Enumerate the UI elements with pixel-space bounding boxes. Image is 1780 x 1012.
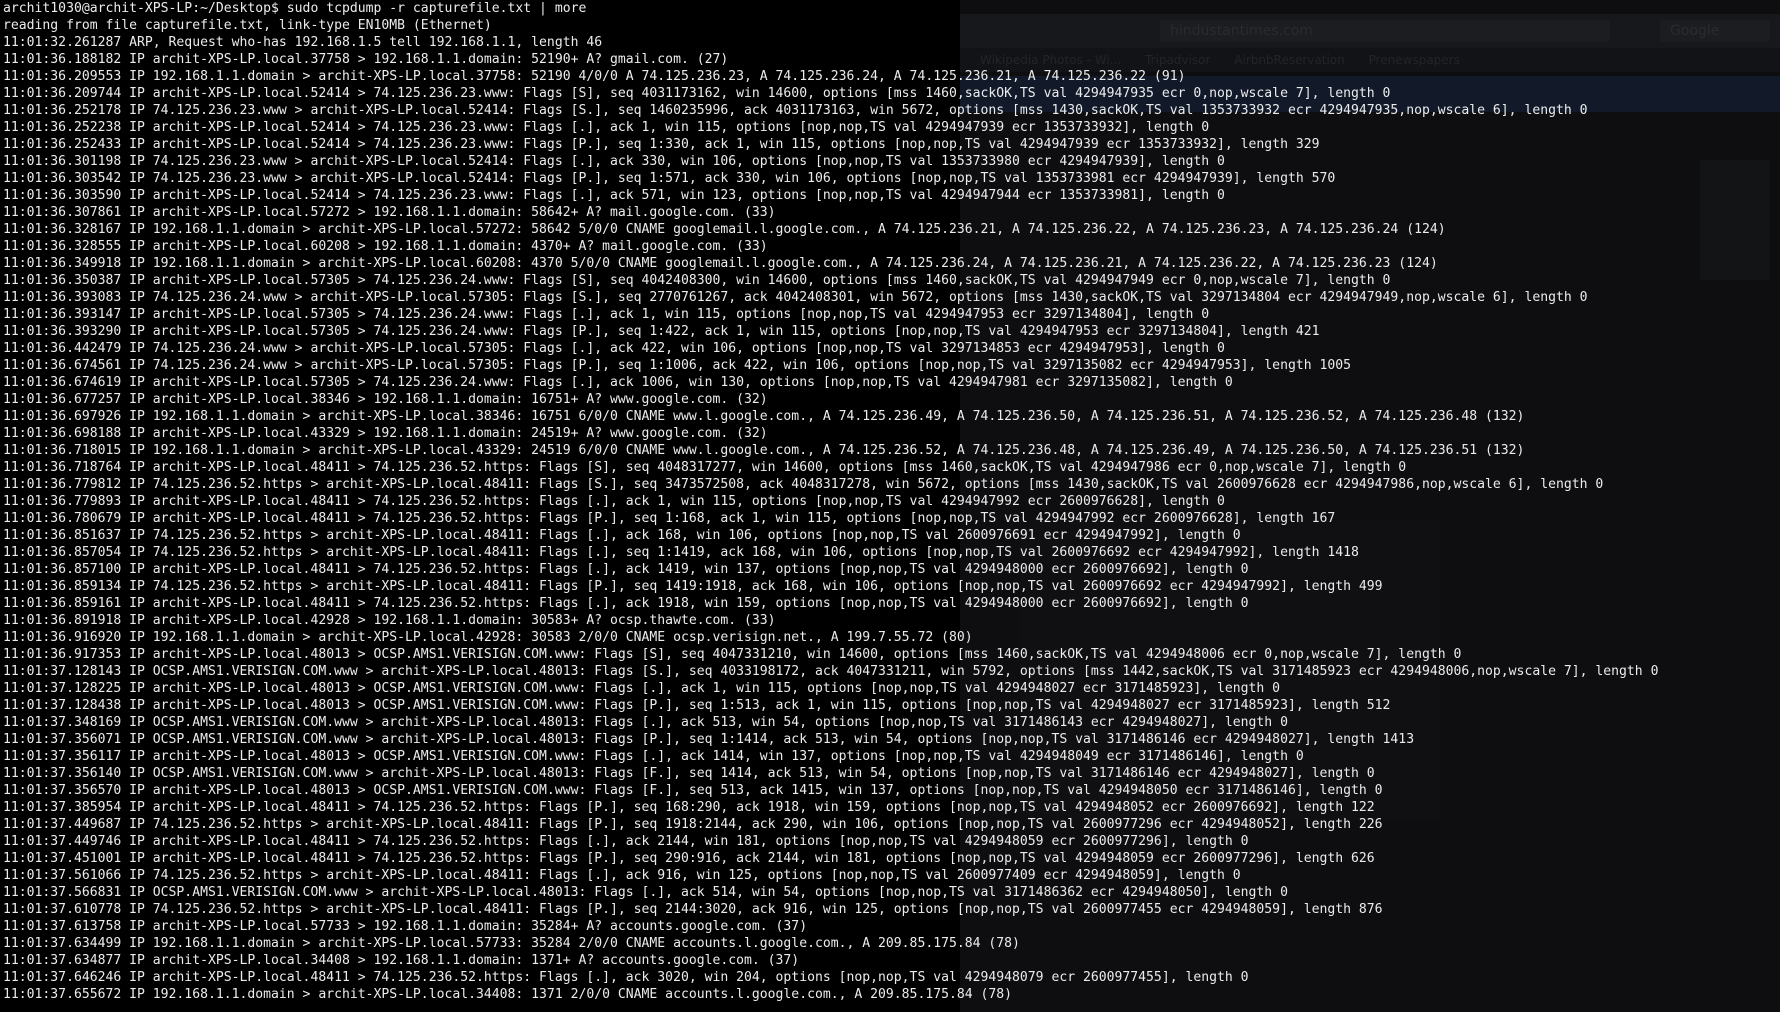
- terminal-output-line: 11:01:36.780679 IP archit-XPS-LP.local.4…: [3, 511, 1336, 526]
- terminal-output-line: 11:01:37.128438 IP archit-XPS-LP.local.4…: [3, 698, 1391, 713]
- terminal-output-line: 11:01:37.634877 IP archit-XPS-LP.local.3…: [3, 953, 800, 968]
- terminal-output-line: 11:01:37.451001 IP archit-XPS-LP.local.4…: [3, 851, 1375, 866]
- terminal-output-line: 11:01:36.209553 IP 192.168.1.1.domain > …: [3, 69, 1186, 84]
- terminal-command-line: archit1030@archit-XPS-LP:~/Desktop$ sudo…: [3, 1, 587, 16]
- terminal-output-line: 11:01:36.677257 IP archit-XPS-LP.local.3…: [3, 392, 768, 407]
- terminal-output-line: 11:01:36.307861 IP archit-XPS-LP.local.5…: [3, 205, 776, 220]
- terminal-output-line: 11:01:36.916920 IP 192.168.1.1.domain > …: [3, 630, 973, 645]
- terminal-output-line: 11:01:37.356570 IP archit-XPS-LP.local.4…: [3, 783, 1383, 798]
- terminal-output-line: 11:01:36.209744 IP archit-XPS-LP.local.5…: [3, 86, 1391, 101]
- terminal-output-line: 11:01:37.356117 IP archit-XPS-LP.local.4…: [3, 749, 1304, 764]
- terminal-output-line: 11:01:37.449746 IP archit-XPS-LP.local.4…: [3, 834, 1249, 849]
- terminal-output-line: 11:01:36.718015 IP 192.168.1.1.domain > …: [3, 443, 1525, 458]
- terminal-output-line: 11:01:36.779893 IP archit-XPS-LP.local.4…: [3, 494, 1225, 509]
- terminal-output-line: 11:01:37.634499 IP 192.168.1.1.domain > …: [3, 936, 1020, 951]
- terminal-output-line: 11:01:36.303542 IP 74.125.236.23.www > a…: [3, 171, 1336, 186]
- terminal-output-line: 11:01:36.674619 IP archit-XPS-LP.local.5…: [3, 375, 1233, 390]
- terminal-output-line: 11:01:36.393147 IP archit-XPS-LP.local.5…: [3, 307, 1210, 322]
- terminal-output-line: 11:01:36.697926 IP 192.168.1.1.domain > …: [3, 409, 1525, 424]
- terminal-output-line: 11:01:36.252238 IP archit-XPS-LP.local.5…: [3, 120, 1210, 135]
- terminal-output-line: 11:01:37.655672 IP 192.168.1.1.domain > …: [3, 987, 1013, 1002]
- terminal-output-line: 11:01:37.613758 IP archit-XPS-LP.local.5…: [3, 919, 808, 934]
- terminal-output-line: 11:01:36.328555 IP archit-XPS-LP.local.6…: [3, 239, 768, 254]
- terminal-output[interactable]: archit1030@archit-XPS-LP:~/Desktop$ sudo…: [0, 0, 1780, 1012]
- terminal-output-line: 11:01:36.252433 IP archit-XPS-LP.local.5…: [3, 137, 1320, 152]
- terminal-output-line: 11:01:36.393290 IP archit-XPS-LP.local.5…: [3, 324, 1320, 339]
- terminal-output-line: 11:01:37.128143 IP OCSP.AMS1.VERISIGN.CO…: [3, 664, 1659, 679]
- terminal-output-line: 11:01:37.356140 IP OCSP.AMS1.VERISIGN.CO…: [3, 766, 1375, 781]
- terminal-output-line: 11:01:36.718764 IP archit-XPS-LP.local.4…: [3, 460, 1407, 475]
- terminal-output-line: 11:01:36.252178 IP 74.125.236.23.www > a…: [3, 103, 1588, 118]
- terminal-output-line: 11:01:36.891918 IP archit-XPS-LP.local.4…: [3, 613, 776, 628]
- terminal-output-line: 11:01:36.442479 IP 74.125.236.24.www > a…: [3, 341, 1225, 356]
- terminal-output-line: 11:01:36.328167 IP 192.168.1.1.domain > …: [3, 222, 1446, 237]
- terminal-output-line: 11:01:32.261287 ARP, Request who-has 192…: [3, 35, 603, 50]
- terminal-output-line: 11:01:37.128225 IP archit-XPS-LP.local.4…: [3, 681, 1281, 696]
- terminal-output-line: 11:01:36.301198 IP 74.125.236.23.www > a…: [3, 154, 1225, 169]
- terminal-output-line: 11:01:36.674561 IP 74.125.236.24.www > a…: [3, 358, 1352, 373]
- terminal-output-line: 11:01:36.303590 IP archit-XPS-LP.local.5…: [3, 188, 1225, 203]
- terminal-output-line: 11:01:36.698188 IP archit-XPS-LP.local.4…: [3, 426, 768, 441]
- terminal-output-line: 11:01:37.561066 IP 74.125.236.52.https >…: [3, 868, 1241, 883]
- terminal-output-line: 11:01:36.350387 IP archit-XPS-LP.local.5…: [3, 273, 1391, 288]
- terminal-output-line: reading from file capturefile.txt, link-…: [3, 18, 492, 33]
- terminal-output-line: 11:01:37.449687 IP 74.125.236.52.https >…: [3, 817, 1383, 832]
- terminal-output-line: 11:01:36.917353 IP archit-XPS-LP.local.4…: [3, 647, 1462, 662]
- terminal-output-line: 11:01:36.859134 IP 74.125.236.52.https >…: [3, 579, 1383, 594]
- terminal-output-line: 11:01:37.356071 IP OCSP.AMS1.VERISIGN.CO…: [3, 732, 1415, 747]
- terminal-output-line: 11:01:36.349918 IP 192.168.1.1.domain > …: [3, 256, 1438, 271]
- terminal-output-line: 11:01:36.851637 IP 74.125.236.52.https >…: [3, 528, 1241, 543]
- terminal-output-line: 11:01:37.610778 IP 74.125.236.52.https >…: [3, 902, 1383, 917]
- terminal-output-line: 11:01:36.188182 IP archit-XPS-LP.local.3…: [3, 52, 729, 67]
- terminal-output-line: 11:01:36.859161 IP archit-XPS-LP.local.4…: [3, 596, 1249, 611]
- terminal-output-line: 11:01:37.385954 IP archit-XPS-LP.local.4…: [3, 800, 1375, 815]
- desktop-screen: hindustantimes.com Google Wikipedia Phot…: [0, 0, 1780, 1012]
- terminal-output-line: 11:01:36.393083 IP 74.125.236.24.www > a…: [3, 290, 1588, 305]
- terminal-output-line: 11:01:37.348169 IP OCSP.AMS1.VERISIGN.CO…: [3, 715, 1288, 730]
- terminal-output-line: 11:01:37.646246 IP archit-XPS-LP.local.4…: [3, 970, 1249, 985]
- terminal-output-line: 11:01:36.779812 IP 74.125.236.52.https >…: [3, 477, 1604, 492]
- terminal-output-line: 11:01:36.857100 IP archit-XPS-LP.local.4…: [3, 562, 1249, 577]
- terminal-output-line: 11:01:37.566831 IP OCSP.AMS1.VERISIGN.CO…: [3, 885, 1288, 900]
- terminal-output-line: 11:01:36.857054 IP 74.125.236.52.https >…: [3, 545, 1359, 560]
